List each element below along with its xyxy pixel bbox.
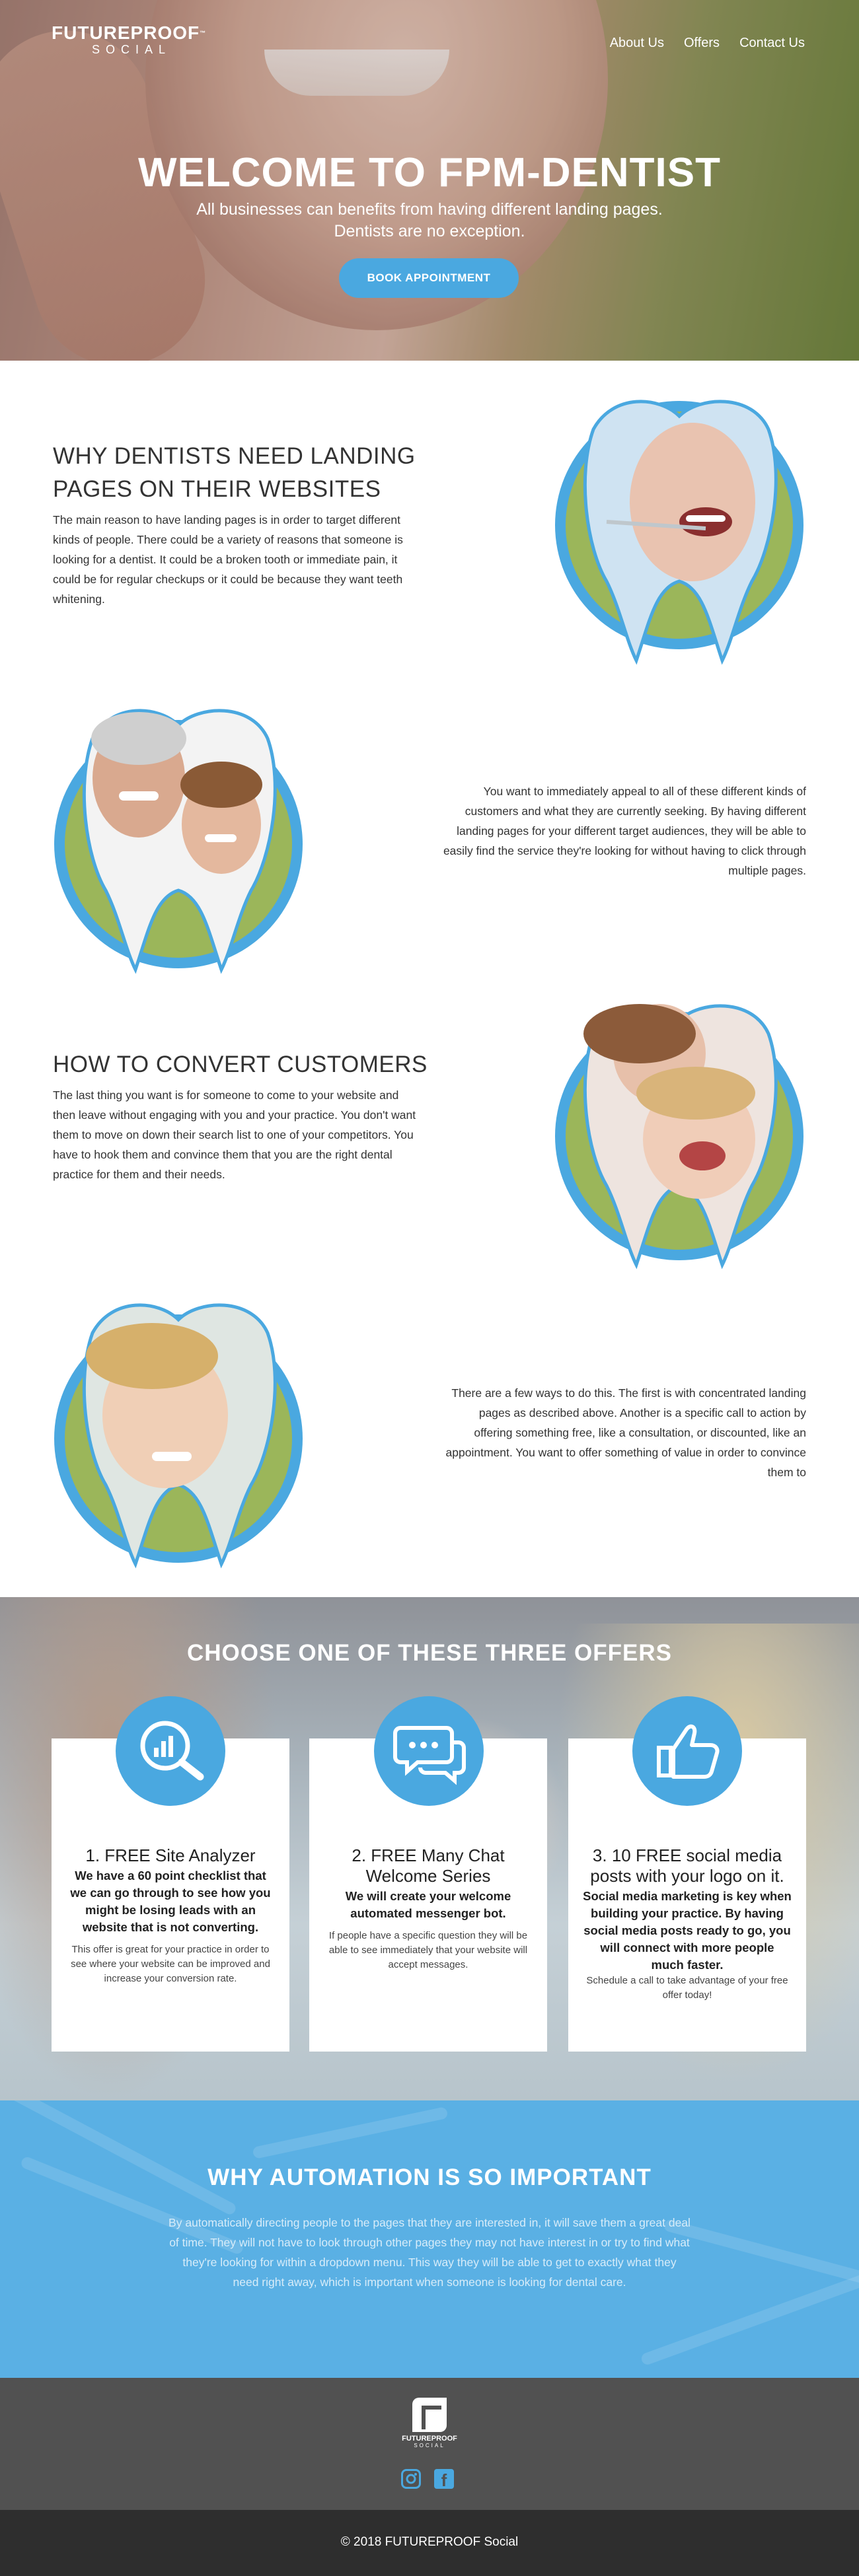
ways-section-body: There are a few ways to do this. The fir… [445, 1386, 806, 1479]
analytics-magnifier-icon [116, 1696, 225, 1806]
nav-contact-us[interactable]: Contact Us [739, 36, 805, 51]
tooth-photo-father-son [54, 709, 303, 974]
thumbs-up-icon [632, 1696, 742, 1806]
why-section-body: The main reason to have landing pages is… [53, 513, 403, 606]
appeal-section-body: You want to immediately appeal to all of… [443, 785, 806, 877]
convert-section-body: The last thing you want is for someone t… [53, 1089, 416, 1181]
nav-offers[interactable]: Offers [684, 36, 720, 51]
offers-title: CHOOSE ONE OF THESE THREE OFFERS [186, 1640, 673, 1666]
footer-logo[interactable]: FUTUREPROOF SOCIAL [396, 2398, 463, 2449]
book-appointment-button[interactable]: BOOK APPOINTMENT [339, 258, 519, 298]
facebook-icon[interactable]: f [434, 2469, 454, 2489]
convert-section-title: HOW TO CONVERT CUSTOMERS [53, 1052, 428, 1077]
site-logo[interactable]: FUTUREPROOF™ SOCIAL [52, 23, 206, 57]
copyright-text: © 2018 FUTUREPROOF Social [340, 2535, 519, 2549]
instagram-icon[interactable] [401, 2469, 421, 2489]
chat-bubbles-icon [374, 1696, 484, 1806]
hero-subtitle: All businesses can benefits from having … [196, 200, 663, 240]
tooth-photo-smiling-boy [54, 1303, 303, 1569]
futureproof-logo-icon [412, 2398, 447, 2432]
tooth-photo-mother-daughter [555, 1004, 803, 1270]
automation-title: WHY AUTOMATION IS SO IMPORTANT [207, 2165, 652, 2190]
tooth-photo-dental-exam [555, 400, 803, 665]
hero-title: WELCOME TO FPM-DENTIST [138, 150, 721, 196]
why-section-title: WHY DENTISTS NEED LANDING PAGES ON THEIR… [53, 443, 416, 502]
main-nav: About Us Offers Contact Us [610, 36, 805, 51]
automation-body: By automatically directing people to the… [168, 2216, 691, 2289]
nav-about-us[interactable]: About Us [610, 36, 664, 51]
